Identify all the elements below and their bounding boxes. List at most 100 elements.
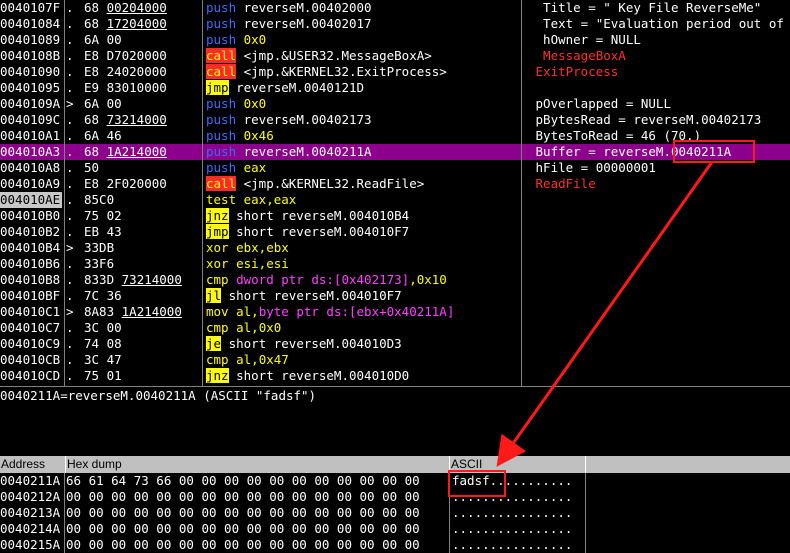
instruction-part: eax,eax bbox=[236, 192, 297, 207]
disasm-address: 004010B4 bbox=[0, 240, 61, 255]
instruction-part: push bbox=[206, 16, 237, 31]
disasm-hex: 74 08 bbox=[84, 336, 122, 351]
disasm-instruction: call <jmp.&KERNEL32.ReadFile> bbox=[206, 176, 520, 192]
disasm-instruction: call <jmp.&USER32.MessageBoxA> bbox=[206, 48, 520, 64]
disasm-row[interactable]: 0040109A >6A 00 push 0x0 pOverlapped = NUL… bbox=[0, 96, 790, 112]
disasm-row[interactable]: 004010C7. 3C 00 cmp al,0x0 bbox=[0, 320, 790, 336]
disasm-instruction: test eax,eax bbox=[206, 192, 520, 208]
instruction-part: reverseM.00402017 bbox=[236, 16, 372, 31]
disasm-hex: 50 bbox=[84, 160, 100, 175]
jump-marker: > bbox=[66, 304, 74, 319]
instruction-part: cmp bbox=[206, 352, 229, 367]
instruction-part: mov bbox=[206, 304, 229, 319]
jump-marker: . bbox=[66, 336, 74, 351]
disasm-row[interactable]: 004010B8. 833D 73214000 cmp dword ptr ds:[… bbox=[0, 272, 790, 288]
disasm-hex: 33DB bbox=[84, 240, 115, 255]
disasm-comment: ExitProcess bbox=[528, 64, 790, 80]
disasm-row[interactable]: 004010A9. E8 2F020000 call <jmp.&KERNEL32.… bbox=[0, 176, 790, 192]
dump-row[interactable]: 0040214A 00 00 00 00 00 00 00 00 00 00 00… bbox=[0, 521, 790, 537]
disasm-row[interactable]: 004010CD. 75 01 jnz short reverseM.004010D… bbox=[0, 368, 790, 384]
disasm-hex: 68 00204000 bbox=[84, 0, 167, 15]
disasm-row[interactable]: 00401090. E8 24020000 call <jmp.&KERNEL32.… bbox=[0, 64, 790, 80]
instruction-part: push bbox=[206, 32, 237, 47]
disasm-hex: 3C 47 bbox=[84, 352, 122, 367]
disasm-instruction: push reverseM.00402173 bbox=[206, 112, 520, 128]
disasm-row[interactable]: 004010AE. 85C0 test eax,eax bbox=[0, 192, 790, 208]
comment-part: pOverlapped = NULL bbox=[528, 96, 671, 111]
jump-marker: . bbox=[66, 160, 74, 175]
instruction-part: jmp bbox=[206, 80, 229, 95]
annotation-box-buffer bbox=[673, 140, 755, 163]
disasm-address: 00401090 bbox=[0, 64, 61, 79]
dump-address: 0040213A bbox=[0, 505, 61, 520]
jump-marker: . bbox=[66, 208, 74, 223]
instruction-part: push bbox=[206, 96, 237, 111]
disasm-comment: ReadFile bbox=[528, 176, 790, 192]
comment-part: Title = " Key File ReverseMe" bbox=[528, 0, 762, 15]
instruction-part: 0x0 bbox=[236, 32, 267, 47]
dump-row[interactable]: 0040212A 00 00 00 00 00 00 00 00 00 00 00… bbox=[0, 489, 790, 505]
instruction-part: 0x46 bbox=[236, 128, 274, 143]
disasm-row[interactable]: 00401084. 68 17204000 push reverseM.004020… bbox=[0, 16, 790, 32]
column-divider bbox=[521, 0, 522, 386]
disasm-row[interactable]: 0040107F. 68 00204000 push reverseM.004020… bbox=[0, 0, 790, 16]
relocated-bytes: 1A214000 bbox=[121, 304, 182, 319]
dump-header-address[interactable]: Address bbox=[0, 456, 66, 473]
hex-dump-pane[interactable]: Address Hex dump ASCII 0040211A 66 61 64 … bbox=[0, 456, 790, 553]
instruction-part: reverseM.00402173 bbox=[236, 112, 372, 127]
relocated-bytes: 73214000 bbox=[121, 272, 182, 287]
disasm-row[interactable]: 004010A8. 50 push eax hFile = 00000001 bbox=[0, 160, 790, 176]
dump-ascii: ................ bbox=[452, 521, 573, 536]
disasm-row[interactable]: 004010C1 >8A83 1A214000 mov al,byte ptr ds… bbox=[0, 304, 790, 320]
disasm-address: 004010CD bbox=[0, 368, 61, 383]
disasm-row[interactable]: 004010B6. 33F6 xor esi,esi bbox=[0, 256, 790, 272]
disasm-row[interactable]: 004010C9. 74 08 je short reverseM.004010D3 bbox=[0, 336, 790, 352]
disasm-address: 004010AE bbox=[0, 192, 62, 208]
dump-address: 0040215A bbox=[0, 537, 61, 552]
disasm-instruction: push reverseM.00402017 bbox=[206, 16, 520, 32]
disasm-comment: pOverlapped = NULL bbox=[528, 96, 790, 112]
disasm-hex: 75 01 bbox=[84, 368, 122, 383]
disasm-hex: 3C 00 bbox=[84, 320, 122, 335]
disasm-row[interactable]: 004010B2. EB 43 jmp short reverseM.004010F… bbox=[0, 224, 790, 240]
dump-header-hex[interactable]: Hex dump bbox=[66, 456, 450, 473]
comment-part: ExitProcess bbox=[528, 64, 619, 79]
disasm-address: 00401095 bbox=[0, 80, 61, 95]
disasm-row[interactable]: 004010CB. 3C 47 cmp al,0x47 bbox=[0, 352, 790, 368]
disasm-hex: 8A83 1A214000 bbox=[84, 304, 182, 319]
instruction-part: push bbox=[206, 112, 237, 127]
comment-part: MessageBoxA bbox=[528, 48, 626, 63]
disasm-instruction: cmp al,0x0 bbox=[206, 320, 520, 336]
disasm-comment: pBytesRead = reverseM.00402173 bbox=[528, 112, 790, 128]
disasm-row[interactable]: 004010BF. 7C 36 jl short reverseM.004010F7 bbox=[0, 288, 790, 304]
relocated-bytes: 73214000 bbox=[106, 112, 167, 127]
dump-hex: 00 00 00 00 00 00 00 00 00 00 00 00 00 0… bbox=[66, 505, 420, 520]
instruction-part: esi,esi bbox=[228, 256, 289, 271]
instruction-part: <jmp.&USER32.MessageBoxA> bbox=[236, 48, 432, 63]
disasm-row[interactable]: 004010A1. 6A 46 push 0x46 BytesToRead = 46… bbox=[0, 128, 790, 144]
disasm-row[interactable]: 0040108B. E8 D7020000 call <jmp.&USER32.Me… bbox=[0, 48, 790, 64]
disasm-address: 004010A1 bbox=[0, 128, 61, 143]
comment-part: hFile = 00000001 bbox=[528, 160, 656, 175]
disasm-row[interactable]: 004010B0. 75 02 jnz short reverseM.004010B… bbox=[0, 208, 790, 224]
dump-header-blank bbox=[586, 456, 790, 473]
disasm-comment: hOwner = NULL bbox=[528, 32, 790, 48]
disasm-instruction: xor esi,esi bbox=[206, 256, 520, 272]
disasm-row[interactable]: 00401089. 6A 00 push 0x0 hOwner = NULL bbox=[0, 32, 790, 48]
disasm-row[interactable]: 00401095. E9 83010000 jmp reverseM.0040121… bbox=[0, 80, 790, 96]
dump-row[interactable]: 0040215A 00 00 00 00 00 00 00 00 00 00 00… bbox=[0, 537, 790, 553]
disasm-hex: 68 17204000 bbox=[84, 16, 167, 31]
disasm-hex: E8 2F020000 bbox=[84, 176, 167, 191]
disassembly-pane[interactable]: 0040107F. 68 00204000 push reverseM.004020… bbox=[0, 0, 790, 386]
disasm-instruction: push eax bbox=[206, 160, 520, 176]
jump-marker: . bbox=[66, 192, 74, 207]
instruction-part: jnz bbox=[206, 208, 229, 223]
dump-row[interactable]: 0040211A 66 61 64 73 66 00 00 00 00 00 00… bbox=[0, 473, 790, 489]
dump-row[interactable]: 0040213A 00 00 00 00 00 00 00 00 00 00 00… bbox=[0, 505, 790, 521]
disasm-row[interactable]: 004010B4 >33DB xor ebx,ebx bbox=[0, 240, 790, 256]
instruction-part: al, bbox=[228, 352, 259, 367]
instruction-part: 0x0 bbox=[258, 320, 282, 335]
disasm-row[interactable]: 004010A3. 68 1A214000 push reverseM.004021… bbox=[0, 144, 790, 160]
disasm-row[interactable]: 0040109C. 68 73214000 push reverseM.004021… bbox=[0, 112, 790, 128]
disasm-instruction: push 0x46 bbox=[206, 128, 520, 144]
